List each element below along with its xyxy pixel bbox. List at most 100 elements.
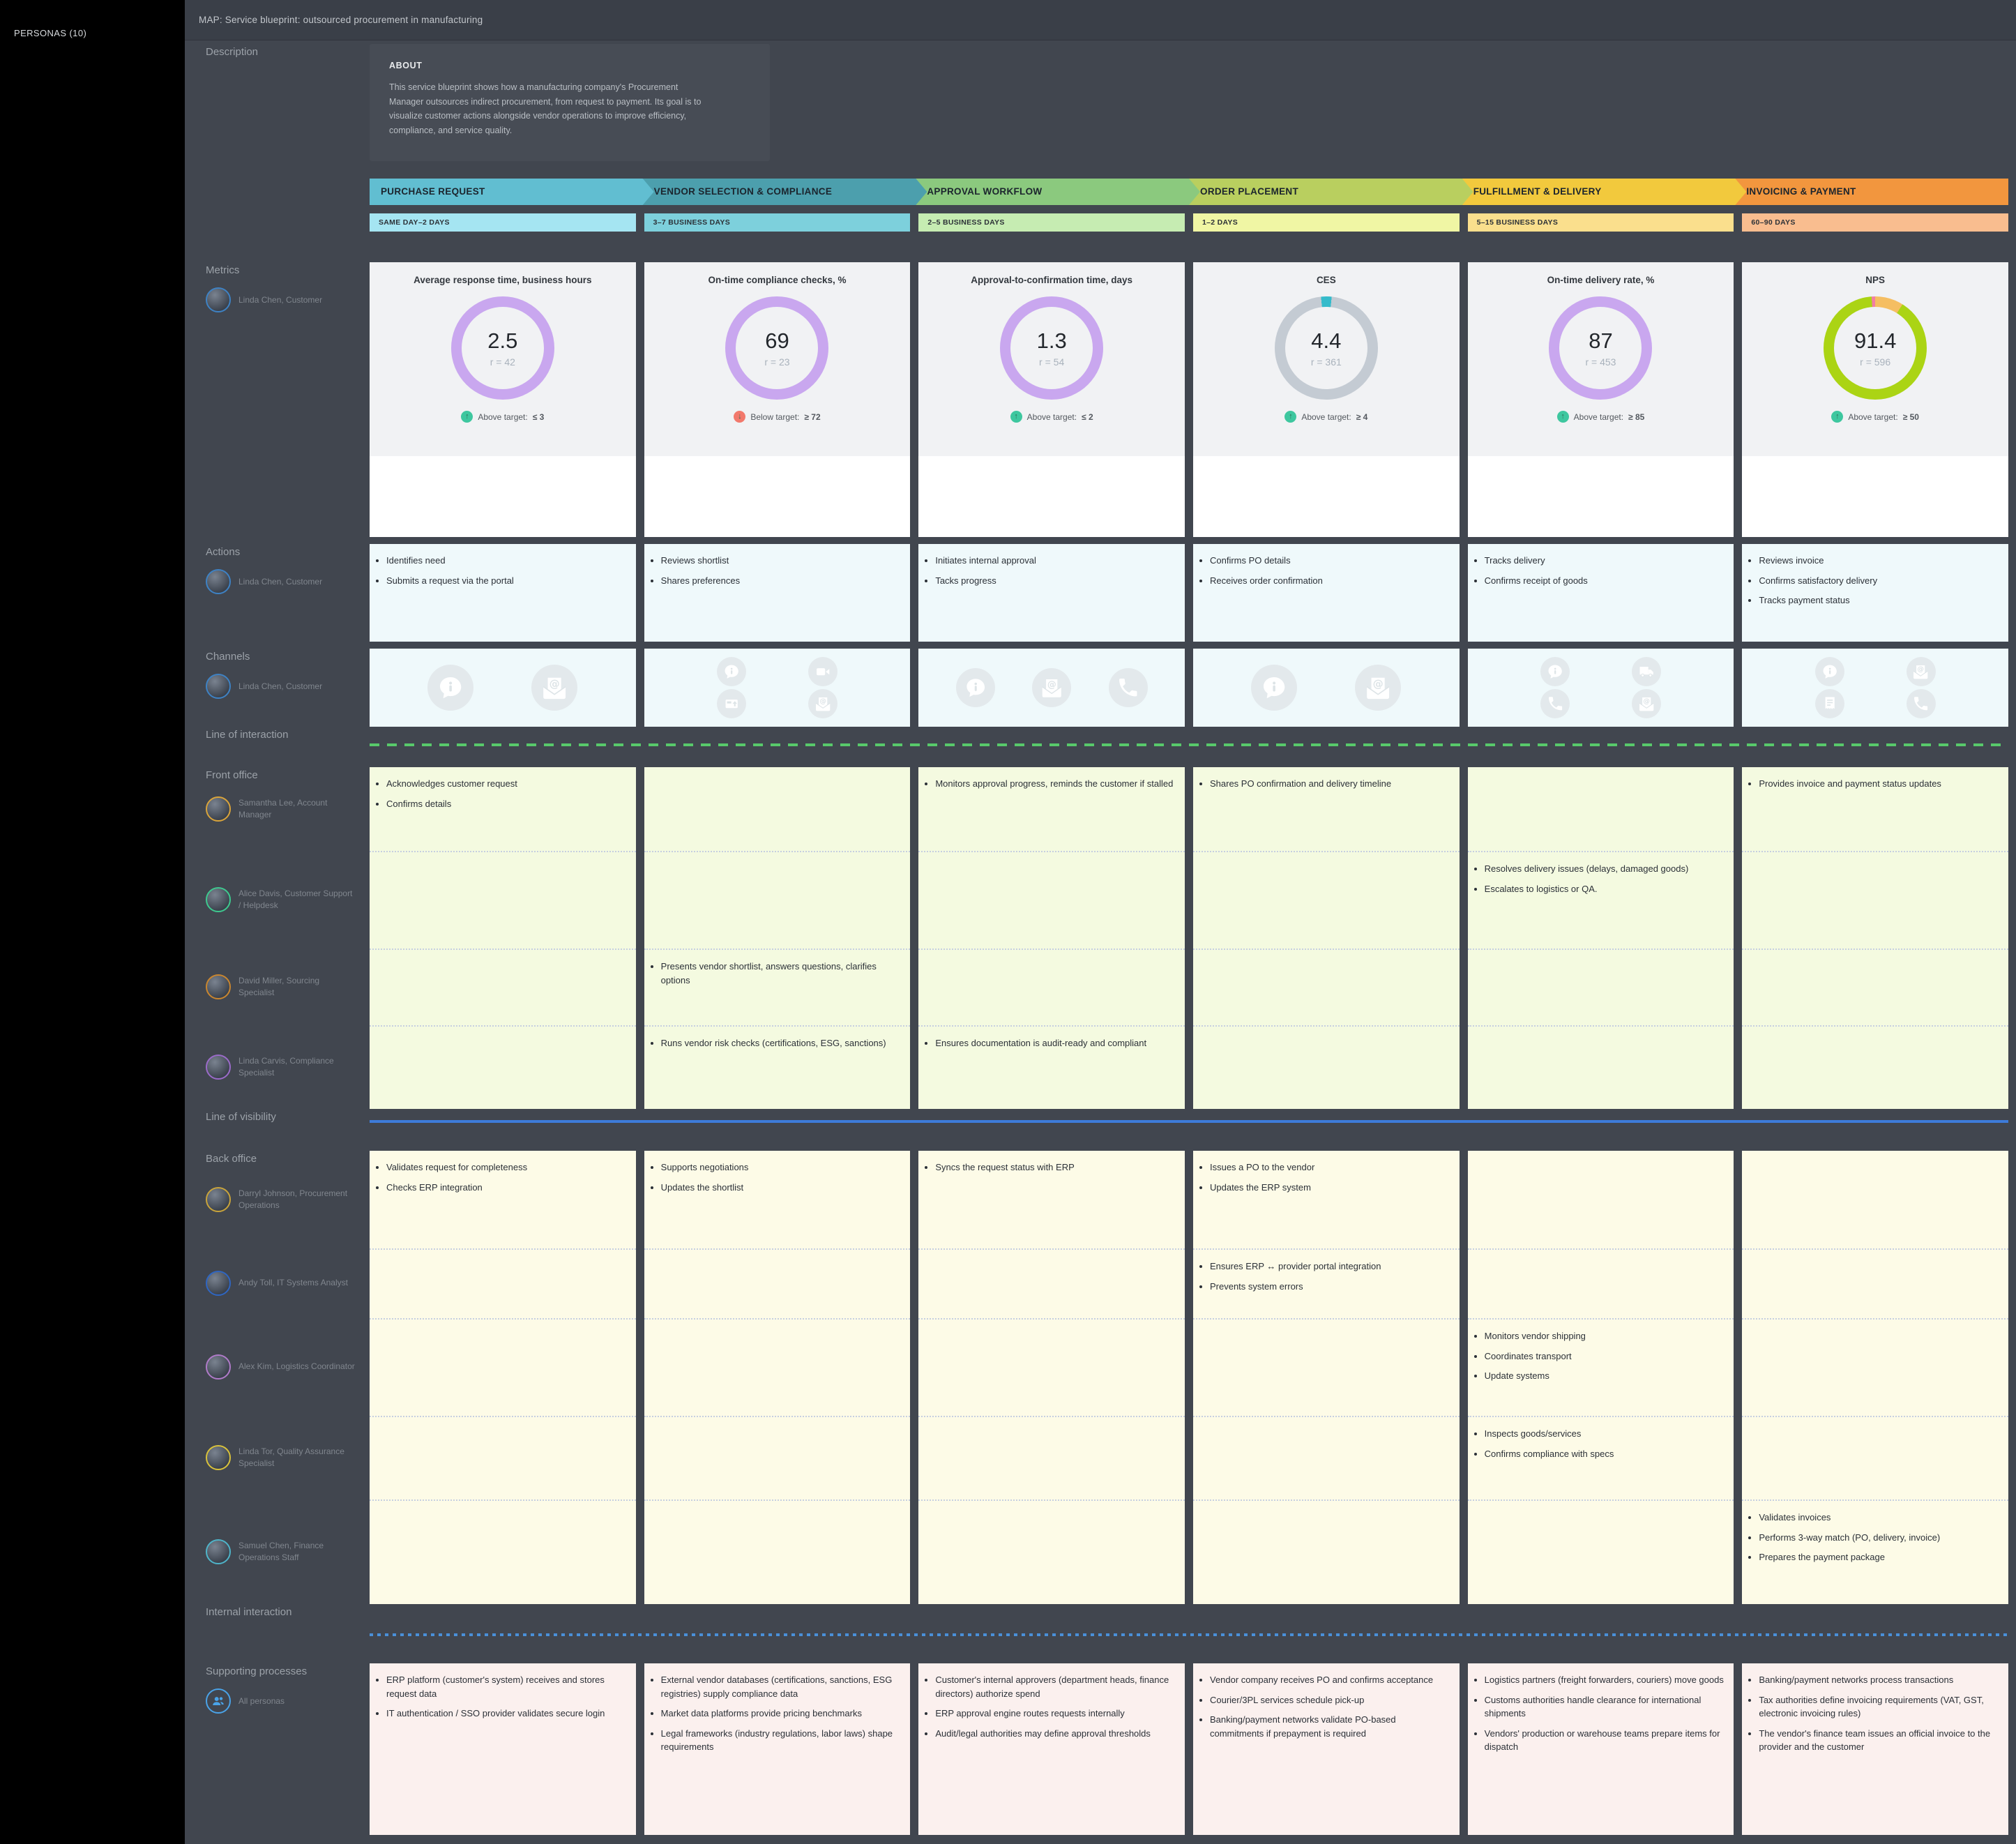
back-office-cell[interactable] bbox=[1192, 1318, 1460, 1416]
back-office-cell[interactable] bbox=[370, 1499, 636, 1604]
stage-header-purchase-request[interactable]: PURCHASE REQUEST bbox=[370, 179, 654, 205]
metric-cell-vendor-selection-compliance[interactable]: On-time compliance checks, % 69 r = 23 ↓ Bel… bbox=[644, 262, 911, 537]
metric-cell-order-placement[interactable]: CES 4.4 r = 361 ↑ Above target: ≥ 4 bbox=[1192, 262, 1460, 537]
front-office-cell[interactable]: Monitors approval progress, reminds the … bbox=[918, 767, 1185, 851]
supporting-cell-invoicing-payment[interactable]: Banking/payment networks process transac… bbox=[1742, 1663, 2008, 1835]
back-office-cell[interactable] bbox=[918, 1416, 1185, 1499]
back-office-cell[interactable] bbox=[1742, 1151, 2008, 1248]
channels-cell-vendor-selection-compliance[interactable]: @ bbox=[644, 649, 911, 727]
metric-cell-approval-workflow[interactable]: Approval-to-confirmation time, days 1.3 r … bbox=[918, 262, 1185, 537]
persona-linda-chen-customer[interactable]: Linda Chen, Customer bbox=[185, 287, 370, 313]
stage-duration-order-placement[interactable]: 1–2 DAYS bbox=[1192, 213, 1460, 232]
back-office-cell[interactable] bbox=[1467, 1248, 1734, 1318]
phone-icon[interactable] bbox=[1108, 668, 1148, 707]
back-office-cell[interactable] bbox=[644, 1499, 911, 1604]
chat-info-icon[interactable] bbox=[1251, 665, 1298, 711]
chat-info-icon[interactable] bbox=[717, 657, 747, 686]
back-office-cell[interactable]: Syncs the request status with ERP bbox=[918, 1151, 1185, 1248]
persona-samuel-chen-finance-operations-staff[interactable]: Samuel Chen, Finance Operations Staff bbox=[185, 1539, 370, 1564]
back-office-cell[interactable] bbox=[1742, 1248, 2008, 1318]
channels-cell-approval-workflow[interactable]: @ bbox=[918, 649, 1185, 727]
persona-linda-chen-customer[interactable]: Linda Chen, Customer bbox=[185, 674, 370, 700]
channels-cell-order-placement[interactable]: @ bbox=[1192, 649, 1460, 727]
front-office-cell[interactable] bbox=[1192, 1025, 1460, 1109]
front-office-cell[interactable] bbox=[1467, 1025, 1734, 1109]
stage-header-order-placement[interactable]: ORDER PLACEMENT bbox=[1189, 179, 1473, 205]
back-office-cell[interactable]: Monitors vendor shipping Coordinates tran… bbox=[1467, 1318, 1734, 1416]
email-icon[interactable]: @ bbox=[531, 665, 578, 711]
email-icon[interactable]: @ bbox=[1355, 665, 1402, 711]
metric-cell-invoicing-payment[interactable]: NPS 91.4 r = 596 ↑ Above target: ≥ 50 bbox=[1742, 262, 2008, 537]
back-office-cell[interactable] bbox=[1467, 1499, 1734, 1604]
back-office-cell[interactable] bbox=[370, 1318, 636, 1416]
actions-cell-order-placement[interactable]: Confirms PO details Receives order confir… bbox=[1192, 544, 1460, 642]
stage-duration-invoicing-payment[interactable]: 60–90 DAYS bbox=[1742, 213, 2008, 232]
back-office-cell[interactable] bbox=[1742, 1416, 2008, 1499]
back-office-cell[interactable] bbox=[644, 1416, 911, 1499]
front-office-cell[interactable] bbox=[370, 949, 636, 1025]
supporting-cell-approval-workflow[interactable]: Customer's internal approvers (departmen… bbox=[918, 1663, 1185, 1835]
front-office-cell[interactable] bbox=[644, 767, 911, 851]
stage-header-vendor-selection-compliance[interactable]: VENDOR SELECTION & COMPLIANCE bbox=[643, 179, 927, 205]
channels-cell-fulfillment-delivery[interactable]: @ bbox=[1467, 649, 1734, 727]
persona-david-miller-sourcing-specialist[interactable]: David Miller, Sourcing Specialist bbox=[185, 974, 370, 999]
stage-duration-purchase-request[interactable]: SAME DAY–2 DAYS bbox=[370, 213, 636, 232]
front-office-cell[interactable]: Runs vendor risk checks (certifications,… bbox=[644, 1025, 911, 1109]
front-office-cell[interactable] bbox=[1192, 851, 1460, 949]
front-office-cell[interactable] bbox=[370, 851, 636, 949]
persona-linda-carvis-compliance-specialist[interactable]: Linda Carvis, Compliance Specialist bbox=[185, 1055, 370, 1080]
chat-info-icon[interactable] bbox=[427, 665, 474, 711]
supporting-cell-order-placement[interactable]: Vendor company receives PO and confirms … bbox=[1192, 1663, 1460, 1835]
actions-cell-invoicing-payment[interactable]: Reviews invoice Confirms satisfactory del… bbox=[1742, 544, 2008, 642]
back-office-cell[interactable]: Validates invoices Performs 3-way match (… bbox=[1742, 1499, 2008, 1604]
stage-header-invoicing-payment[interactable]: INVOICING & PAYMENT bbox=[1735, 179, 2008, 205]
persona-andy-toll-it-systems-analyst[interactable]: Andy Toll, IT Systems Analyst bbox=[185, 1271, 370, 1296]
email-icon[interactable]: @ bbox=[1906, 657, 1936, 686]
actions-cell-purchase-request[interactable]: Identifies need Submits a request via the… bbox=[370, 544, 636, 642]
back-office-cell[interactable]: Supports negotiations Updates the shortli… bbox=[644, 1151, 911, 1248]
sidebar-personas-label[interactable]: PERSONAS (10) bbox=[0, 0, 185, 38]
email-icon[interactable]: @ bbox=[1032, 668, 1072, 707]
front-office-cell[interactable] bbox=[918, 949, 1185, 1025]
portal-icon[interactable] bbox=[717, 689, 747, 718]
front-office-cell[interactable] bbox=[370, 1025, 636, 1109]
back-office-cell[interactable] bbox=[370, 1416, 636, 1499]
front-office-cell[interactable]: Provides invoice and payment status upda… bbox=[1742, 767, 2008, 851]
back-office-cell[interactable] bbox=[918, 1499, 1185, 1604]
back-office-cell[interactable] bbox=[1192, 1416, 1460, 1499]
metric-cell-purchase-request[interactable]: Average response time, business hours 2.5… bbox=[370, 262, 636, 537]
phone-icon[interactable] bbox=[1906, 689, 1936, 718]
front-office-cell[interactable]: Acknowledges customer request Confirms de… bbox=[370, 767, 636, 851]
email-icon[interactable]: @ bbox=[808, 689, 838, 718]
actions-cell-vendor-selection-compliance[interactable]: Reviews shortlist Shares preferences bbox=[644, 544, 911, 642]
front-office-cell[interactable]: Shares PO confirmation and delivery time… bbox=[1193, 767, 1460, 851]
back-office-cell[interactable] bbox=[918, 1248, 1185, 1318]
stage-header-approval-workflow[interactable]: APPROVAL WORKFLOW bbox=[916, 179, 1200, 205]
stage-duration-fulfillment-delivery[interactable]: 5–15 BUSINESS DAYS bbox=[1467, 213, 1734, 232]
front-office-cell[interactable] bbox=[1467, 949, 1734, 1025]
back-office-cell[interactable]: Validates request for completeness Checks… bbox=[370, 1151, 636, 1248]
back-office-cell[interactable] bbox=[1192, 1499, 1460, 1604]
actions-cell-approval-workflow[interactable]: Initiates internal approval Tacks progres… bbox=[918, 544, 1185, 642]
front-office-cell[interactable] bbox=[1468, 767, 1734, 851]
phone-icon[interactable] bbox=[1540, 689, 1570, 718]
video-icon[interactable] bbox=[808, 657, 838, 686]
supporting-cell-vendor-selection-compliance[interactable]: External vendor databases (certification… bbox=[644, 1663, 911, 1835]
supporting-cell-fulfillment-delivery[interactable]: Logistics partners (freight forwarders, … bbox=[1467, 1663, 1734, 1835]
chat-info-icon[interactable] bbox=[1814, 657, 1844, 686]
persona-all-personas[interactable]: All personas bbox=[185, 1688, 370, 1714]
persona-linda-tor-quality-assurance-specialist[interactable]: Linda Tor, Quality Assurance Specialist bbox=[185, 1445, 370, 1470]
receipt-icon[interactable] bbox=[1814, 689, 1844, 718]
persona-linda-chen-customer[interactable]: Linda Chen, Customer bbox=[185, 569, 370, 595]
front-office-cell[interactable]: Ensures documentation is audit-ready and… bbox=[918, 1025, 1185, 1109]
persona-darryl-johnson-procurement-operations[interactable]: Darryl Johnson, Procurement Operations bbox=[185, 1187, 370, 1212]
front-office-cell[interactable] bbox=[644, 851, 911, 949]
email-icon[interactable]: @ bbox=[1631, 689, 1661, 718]
front-office-cell[interactable] bbox=[1742, 949, 2008, 1025]
chat-info-icon[interactable] bbox=[955, 668, 995, 707]
back-office-cell[interactable]: Issues a PO to the vendor Updates the ERP… bbox=[1193, 1151, 1460, 1248]
back-office-cell[interactable] bbox=[918, 1318, 1185, 1416]
truck-icon[interactable] bbox=[1631, 657, 1661, 686]
actions-cell-fulfillment-delivery[interactable]: Tracks delivery Confirms receipt of goods bbox=[1467, 544, 1734, 642]
stage-duration-approval-workflow[interactable]: 2–5 BUSINESS DAYS bbox=[918, 213, 1185, 232]
